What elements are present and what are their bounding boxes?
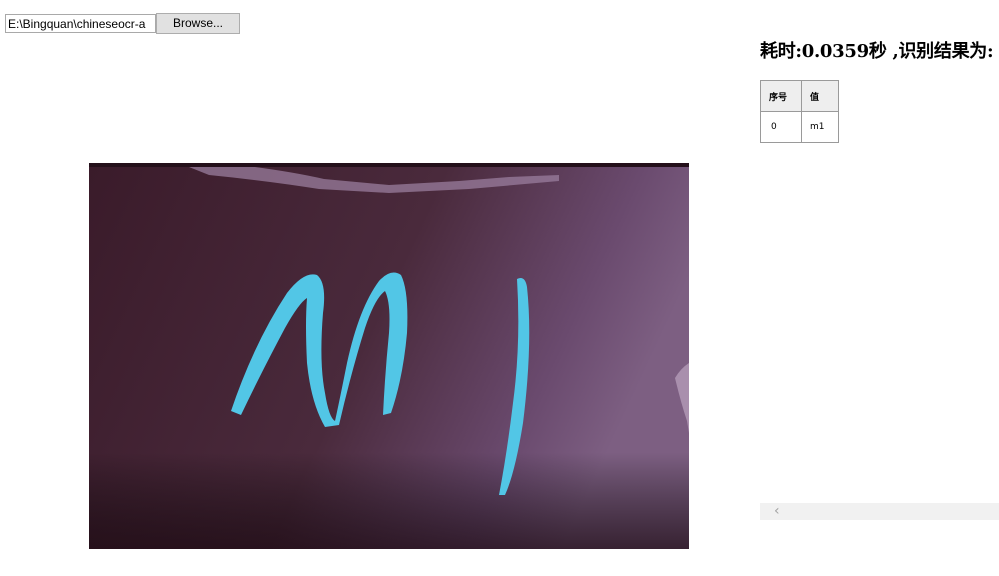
- result-heading: 耗时:0.0359秒 ,识别结果为:: [760, 41, 994, 62]
- chevron-left-icon[interactable]: ‹: [774, 503, 780, 520]
- uploaded-image-preview: [89, 163, 689, 549]
- file-input[interactable]: E:\Bingquan\chineseocr-a Browse...: [5, 13, 240, 34]
- cell-value: m1: [801, 111, 839, 143]
- table-header-row: 序号 值: [760, 80, 839, 112]
- handwriting-image: [89, 163, 689, 549]
- table-row: 0 m1: [760, 111, 839, 143]
- page: E:\Bingquan\chineseocr-a Browse... 耗时:0.…: [0, 0, 999, 576]
- file-path-field[interactable]: E:\Bingquan\chineseocr-a: [5, 14, 156, 33]
- result-table: 序号 值 0 m1: [760, 80, 839, 143]
- column-header-index: 序号: [760, 80, 802, 112]
- horizontal-scrollbar[interactable]: ‹: [760, 503, 999, 520]
- browse-button[interactable]: Browse...: [156, 13, 240, 34]
- column-header-value: 值: [801, 80, 839, 112]
- cell-index: 0: [760, 111, 802, 143]
